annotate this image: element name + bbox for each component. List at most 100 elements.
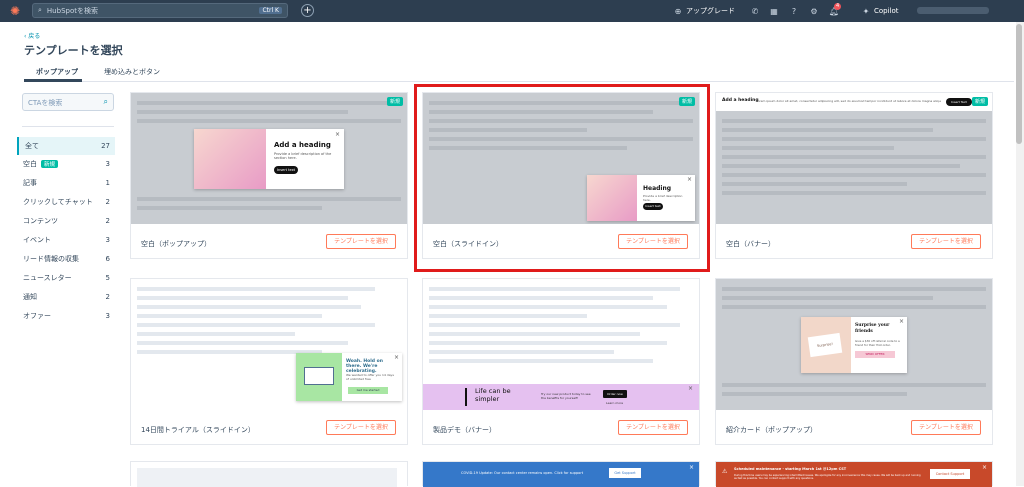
sidebar-divider — [22, 126, 114, 127]
warning-icon: ⚠ — [722, 468, 728, 475]
template-card-blank-popup[interactable]: 新規 Add a heading Provide a brief descrip… — [130, 92, 408, 259]
select-template-button[interactable]: テンプレートを選択 — [911, 234, 981, 249]
account-menu[interactable] — [917, 7, 989, 14]
mock-desc: Provide a brief description of the secti… — [274, 152, 332, 160]
template-preview: Add a heading Lorem ipsum dolor sit amet… — [716, 93, 992, 224]
active-tab-indicator — [24, 79, 82, 82]
mock-link: Learn more — [606, 401, 624, 405]
category-count: 27 — [101, 142, 110, 150]
template-name: 空白（バナー） — [726, 240, 775, 248]
mock-button: Contact Support — [930, 469, 970, 479]
search-icon: ⌕ — [38, 6, 42, 14]
category-blank[interactable]: 空白 新規 3 — [17, 155, 115, 173]
upgrade-label: アップグレード — [686, 7, 735, 15]
banner-mock: COVID-19 Update: Our contact center rema… — [423, 462, 699, 487]
category-click-to-chat[interactable]: クリックしてチャット 2 — [17, 193, 115, 211]
mock-desc: Give a $30 off referral code to a friend… — [855, 339, 900, 347]
page-scrollbar[interactable] — [1016, 22, 1024, 486]
search-icon: ⌕ — [103, 97, 108, 106]
category-label: 全て — [25, 142, 39, 150]
photo-image — [194, 129, 266, 189]
category-label: 記事 — [23, 179, 37, 187]
marketplace-icon[interactable]: ▦ — [768, 5, 780, 17]
copilot-button[interactable]: ✦ Copilot — [860, 0, 899, 22]
select-template-button[interactable]: テンプレートを選択 — [326, 234, 396, 249]
template-card-referral-popup[interactable]: Surprise! Surprise your friends Give a $… — [715, 278, 993, 445]
close-icon: × — [687, 385, 693, 392]
category-count: 2 — [105, 293, 110, 301]
template-card-covid-banner[interactable]: COVID-19 Update: Our contact center rema… — [422, 461, 700, 487]
template-preview: Woah. Hold on there. We're celebrating. … — [131, 279, 407, 410]
tab-bar: ポップアップ 埋め込みとボタン — [24, 62, 1014, 82]
close-icon: × — [393, 354, 399, 361]
category-event[interactable]: イベント 3 — [17, 231, 115, 249]
mock-heading: Add a heading — [274, 141, 331, 149]
category-label: イベント — [23, 236, 51, 244]
mock-button: Get me started — [348, 387, 388, 394]
template-card-14day-trial-slidein[interactable]: Woah. Hold on there. We're celebrating. … — [130, 278, 408, 445]
shortcut-hint: Ctrl K — [259, 7, 282, 14]
popup-mock: Add a heading Provide a brief descriptio… — [194, 129, 344, 189]
template-preview: 新規 Add a heading Provide a brief descrip… — [131, 93, 407, 224]
close-icon: × — [898, 318, 904, 325]
mock-button: Get Support — [609, 468, 641, 478]
slidein-mock: Woah. Hold on there. We're celebrating. … — [296, 353, 402, 401]
category-count: 6 — [105, 255, 110, 263]
search-placeholder: HubSpotを検索 — [46, 6, 98, 15]
close-icon: × — [334, 131, 340, 138]
category-label: クリックしてチャット — [23, 198, 93, 206]
category-count: 3 — [105, 160, 110, 168]
settings-gear-icon[interactable]: ⚙ — [808, 5, 820, 17]
category-notification[interactable]: 通知 2 — [17, 288, 115, 306]
template-name: 14日間トライアル（スライドイン） — [141, 426, 255, 434]
selection-highlight-box — [414, 84, 710, 272]
category-count: 2 — [105, 217, 110, 225]
create-plus-button[interactable]: + — [301, 4, 314, 17]
close-icon: × — [981, 464, 987, 471]
close-icon: × — [688, 464, 694, 471]
banner-mock: Add a heading Lorem ipsum dolor sit amet… — [716, 93, 992, 111]
upgrade-link[interactable]: ⊕ アップグレード — [672, 0, 735, 22]
template-preview: Life can be simpler Try our new product … — [423, 279, 699, 410]
template-card-blank-banner[interactable]: Add a heading Lorem ipsum dolor sit amet… — [715, 92, 993, 259]
global-search-input[interactable]: ⌕ HubSpotを検索 Ctrl K — [32, 3, 288, 18]
category-newsletter[interactable]: ニュースレター 5 — [17, 269, 115, 287]
category-label: オファー — [23, 312, 51, 320]
new-badge: 新規 — [41, 160, 59, 168]
template-card-maintenance-banner[interactable]: ⚠ Scheduled maintenance - starting March… — [715, 461, 993, 487]
tab-embeds-buttons[interactable]: 埋め込みとボタン — [104, 67, 160, 77]
mock-heading: Scheduled maintenance - starting March 1… — [734, 467, 847, 471]
tab-popups[interactable]: ポップアップ — [36, 67, 78, 77]
laptop-icon — [304, 367, 334, 385]
category-all[interactable]: 全て 27 — [17, 137, 115, 155]
banner-mock: Life can be simpler Try our new product … — [423, 384, 699, 410]
select-template-button[interactable]: テンプレートを選択 — [618, 420, 688, 435]
mock-desc: Lorem ipsum dolor sit amet, consectetur … — [756, 99, 941, 103]
category-content[interactable]: コンテンツ 2 — [17, 212, 115, 230]
category-article[interactable]: 記事 1 — [17, 174, 115, 192]
cta-search-input[interactable]: CTAを検索 ⌕ — [22, 93, 114, 111]
template-name: 空白（ポップアップ） — [141, 240, 211, 248]
category-offer[interactable]: オファー 3 — [17, 307, 115, 325]
scrollbar-thumb[interactable] — [1016, 24, 1022, 144]
mock-button: SEND OFFER — [855, 351, 895, 358]
back-link[interactable]: ‹ 戻る — [24, 31, 40, 40]
select-template-button[interactable]: テンプレートを選択 — [911, 420, 981, 435]
phone-icon[interactable]: ✆ — [749, 5, 761, 17]
category-label: ニュースレター — [23, 274, 72, 282]
copilot-label: Copilot — [874, 7, 899, 15]
category-count: 2 — [105, 198, 110, 206]
hubspot-logo-icon[interactable]: ✺ — [8, 4, 22, 18]
cta-search-placeholder: CTAを検索 — [28, 99, 63, 107]
new-badge: 新規 — [971, 97, 988, 106]
category-count: 3 — [105, 236, 110, 244]
template-card-product-demo-banner[interactable]: Life can be simpler Try our new product … — [422, 278, 700, 445]
mock-heading: Woah. Hold on there. We're celebrating. — [346, 359, 383, 374]
mock-button: Insert text — [274, 166, 298, 174]
category-lead-capture[interactable]: リード情報の収集 6 — [17, 250, 115, 268]
template-card-row3-1[interactable] — [130, 461, 408, 487]
category-label: コンテンツ — [23, 217, 58, 225]
select-template-button[interactable]: テンプレートを選択 — [326, 420, 396, 435]
category-count: 3 — [105, 312, 110, 320]
help-icon[interactable]: ? — [788, 5, 800, 17]
